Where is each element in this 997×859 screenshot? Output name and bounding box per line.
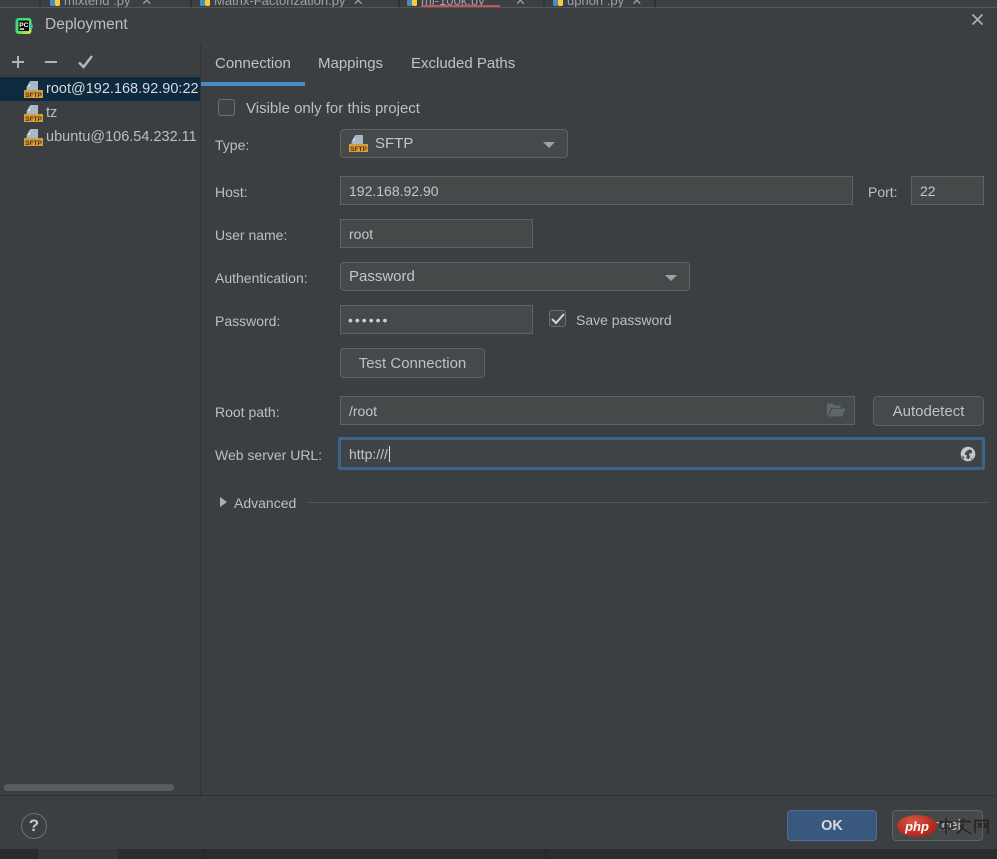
- svg-text:PC: PC: [19, 22, 28, 29]
- svg-text:SFTP: SFTP: [25, 116, 42, 122]
- svg-text:SFTP: SFTP: [350, 146, 367, 152]
- svg-text:SFTP: SFTP: [25, 140, 42, 146]
- svg-text:SFTP: SFTP: [25, 92, 42, 98]
